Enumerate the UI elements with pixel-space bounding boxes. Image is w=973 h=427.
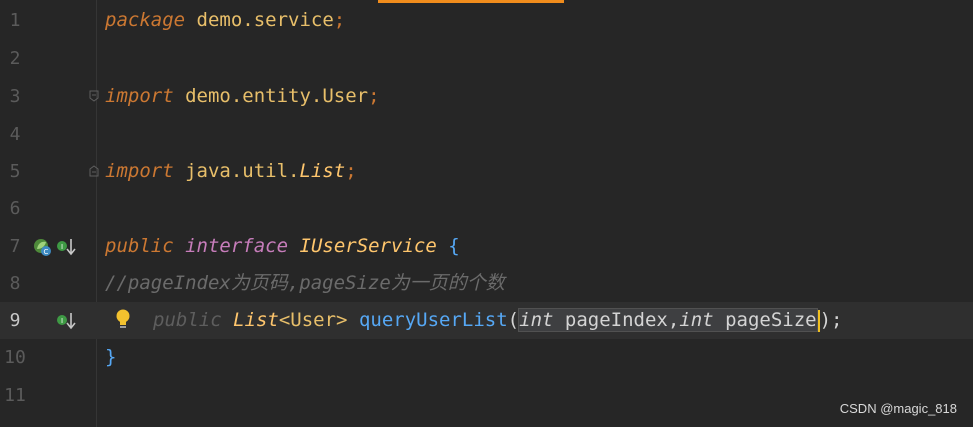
code-line-6[interactable]: 6 <box>0 190 973 227</box>
semicolon: ; <box>345 160 357 182</box>
line-number: 11 <box>4 385 26 406</box>
line-content[interactable]: import demo.entity.User; <box>105 78 380 115</box>
line-content[interactable]: import java.util.List; <box>105 153 357 190</box>
generic-type: <User> <box>278 309 348 331</box>
close-paren-semicolon: ); <box>819 309 843 331</box>
line-content[interactable]: package demo.service; <box>105 2 345 39</box>
line-number: 3 <box>9 86 21 107</box>
return-type: List <box>233 309 279 331</box>
method-name: queryUserList <box>358 309 508 331</box>
code-line-11[interactable]: 11 <box>0 377 973 414</box>
keyword-import: import <box>105 85 174 107</box>
semicolon: ; <box>368 85 380 107</box>
import-path: demo.entity.User <box>173 85 369 107</box>
fold-icon[interactable] <box>89 90 99 102</box>
lightbulb-icon[interactable] <box>115 308 131 332</box>
line-number: 7 <box>9 236 21 257</box>
keyword-package: package <box>105 9 186 31</box>
line-number: 10 <box>4 347 26 368</box>
line-number: 2 <box>9 48 21 69</box>
implemented-down-icon[interactable]: I <box>56 237 76 257</box>
code-line-1[interactable]: 1 package demo.service; <box>0 2 973 39</box>
keyword-interface: interface <box>185 235 289 257</box>
spring-bean-icon[interactable]: C <box>32 237 52 257</box>
code-line-9[interactable]: 9 I public List<User> queryUserList(int … <box>0 302 973 339</box>
code-line-3[interactable]: 3 import demo.entity.User; <box>0 78 973 115</box>
import-path: java.util. <box>173 160 300 182</box>
line-number: 5 <box>9 161 21 182</box>
svg-text:I: I <box>61 243 63 251</box>
line-number: 6 <box>9 198 21 219</box>
line-number: 9 <box>9 310 21 331</box>
open-paren: ( <box>507 309 520 331</box>
keyword-public-redundant: public <box>153 309 222 331</box>
package-name: demo.service <box>185 9 334 31</box>
implemented-down-icon[interactable]: I <box>56 311 76 331</box>
type-name: List <box>299 160 346 182</box>
param-name: pageSize <box>713 309 817 331</box>
code-line-2[interactable]: 2 <box>0 40 973 77</box>
line-content[interactable]: public interface IUserService { <box>105 228 460 265</box>
code-line-7[interactable]: 7 C I public interface IUserService { <box>0 228 973 265</box>
open-brace: { <box>436 235 460 257</box>
semicolon: ; <box>333 9 346 31</box>
code-line-5[interactable]: 5 import java.util.List; <box>0 153 973 190</box>
close-brace: } <box>105 346 117 368</box>
line-number: 1 <box>9 10 21 31</box>
text-selection[interactable]: int pageIndex,int pageSize <box>518 308 818 332</box>
watermark: CSDN @magic_818 <box>839 401 957 416</box>
fold-icon[interactable] <box>89 165 99 177</box>
svg-text:I: I <box>61 317 63 325</box>
code-line-4[interactable]: 4 <box>0 116 973 153</box>
param-type: int <box>679 309 714 331</box>
line-content[interactable]: public List<User> queryUserList(int page… <box>153 302 842 339</box>
code-editor[interactable]: 1 package demo.service; 2 3 import demo.… <box>0 0 973 427</box>
interface-name: IUserService <box>299 235 437 257</box>
param-name: pageIndex, <box>553 309 680 331</box>
line-number: 8 <box>9 273 21 294</box>
comment: //pageIndex为页码,pageSize为一页的个数 <box>105 272 505 294</box>
code-line-8[interactable]: 8 //pageIndex为页码,pageSize为一页的个数 <box>0 265 973 302</box>
param-type: int <box>519 309 554 331</box>
line-number: 4 <box>9 124 21 145</box>
keyword-import: import <box>105 160 174 182</box>
svg-text:C: C <box>44 248 49 256</box>
code-line-10[interactable]: 10 } <box>0 339 973 376</box>
keyword-public: public <box>105 235 174 257</box>
